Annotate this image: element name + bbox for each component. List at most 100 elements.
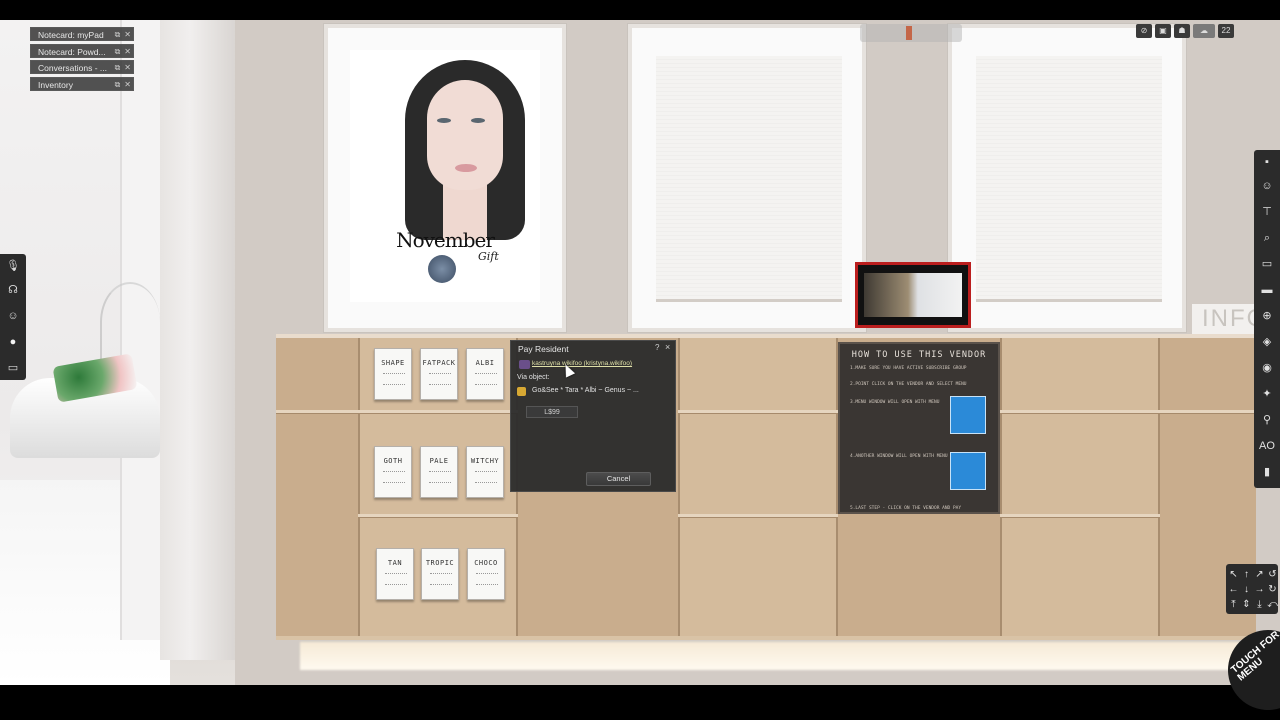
rotate-right-button[interactable]: ↻ [1266, 582, 1279, 597]
poster-canvas: November Gift [350, 50, 540, 302]
search-icon[interactable]: ⌕ [1254, 226, 1280, 250]
decor-branches [100, 282, 160, 362]
vendor-card[interactable]: TROPIC [421, 548, 459, 600]
microphone-icon[interactable]: 🎙 [0, 254, 26, 278]
tab-label: Notecard: myPad [38, 30, 104, 40]
tab-notecard-powder[interactable]: Notecard: Powd... ⧉ ✕ [30, 43, 134, 58]
close-icon[interactable]: × [665, 342, 670, 352]
headset-icon[interactable]: ☊ [0, 278, 26, 302]
build-icon[interactable]: ◈ [1254, 330, 1280, 354]
chat-icon[interactable]: ● [0, 330, 26, 354]
via-object-label: Via object: [517, 374, 550, 381]
close-icon[interactable]: ✕ [124, 47, 131, 56]
tab-label: Notecard: Powd... [38, 46, 106, 57]
lock-icon[interactable]: ⊘ [1136, 24, 1152, 38]
vendor-card-label: GOTH [383, 457, 403, 465]
vendor-card-label: ALBI [475, 359, 495, 367]
vendor-card[interactable]: FATPACK [420, 348, 458, 400]
poster-subtitle: Gift [478, 250, 499, 263]
restore-icon[interactable]: ⧉ [115, 63, 121, 72]
fly-toggle-button[interactable]: ⇕ [1240, 597, 1253, 612]
pose-icon[interactable]: ⚲ [1254, 408, 1280, 432]
board-step-1: 1.MAKE SURE YOU HAVE ACTIVE SUBSCRIBE GR… [850, 366, 967, 371]
window-blind-1 [656, 56, 842, 302]
turn-left-forward-button[interactable]: ↖ [1227, 567, 1240, 582]
shelf-board [678, 514, 838, 518]
map-icon[interactable]: ⊕ [1254, 304, 1280, 328]
strafe-right-button[interactable]: → [1253, 582, 1266, 597]
snapshot-icon[interactable]: ▬ [1254, 278, 1280, 302]
board-step-4: 4.ANOTHER WINDOW WILL OPEN WITH MENU [850, 454, 948, 459]
top-status-bar[interactable] [860, 24, 962, 42]
vendor-card-label: TAN [387, 559, 403, 567]
lock-icon[interactable]: ▪ [1254, 150, 1280, 174]
eye-icon[interactable]: ◉ [1254, 356, 1280, 380]
board-step-3: 3.MENU WINDOW WILL OPEN WITH MENU [850, 400, 940, 405]
movement-controls: ↖ ↑ ↗ ↺ ← ↓ → ↻ ⤒ ⇕ ⤓ ⤺ [1226, 564, 1278, 614]
fly-down-button[interactable]: ⤓ [1253, 597, 1266, 612]
run-icon[interactable]: ✦ [1254, 382, 1280, 406]
vendor-card[interactable]: GOTH [374, 446, 412, 498]
poster-frame[interactable]: November Gift [324, 24, 566, 332]
board-heading: HOW TO USE THIS VENDOR [851, 350, 987, 360]
restore-icon[interactable]: ⧉ [115, 80, 121, 89]
vendor-card[interactable]: ALBI [466, 348, 504, 400]
ao-icon[interactable]: AO [1254, 434, 1280, 458]
tab-label: Conversations - ... [38, 63, 107, 74]
restore-icon[interactable]: ⧉ [115, 47, 121, 56]
pay-amount-button[interactable]: L$99 [526, 406, 578, 418]
close-icon[interactable]: ✕ [124, 63, 131, 72]
avatar-icon[interactable]: ☺ [1254, 174, 1280, 198]
turn-right-forward-button[interactable]: ↗ [1253, 567, 1266, 582]
shelf-board [1000, 410, 1160, 414]
cloud-icon[interactable]: ☁ [1193, 24, 1215, 38]
camera-icon[interactable]: ▭ [1254, 252, 1280, 276]
people-icon[interactable]: ☗ [1174, 24, 1190, 38]
wall-pillar [160, 20, 235, 660]
window-blind-2 [976, 56, 1162, 302]
bottom-letterbox [0, 685, 1280, 720]
vendor-monitor[interactable] [855, 262, 971, 328]
strafe-left-button[interactable]: ← [1227, 582, 1240, 597]
stand-button[interactable]: ⤺ [1266, 597, 1279, 612]
vendor-card[interactable]: WITCHY [466, 446, 504, 498]
snapshot-icon[interactable]: ▣ [1155, 24, 1171, 38]
fly-up-button[interactable]: ⤒ [1227, 597, 1240, 612]
conversations-icon[interactable]: ▭ [0, 356, 26, 380]
shelf-board [1000, 514, 1160, 518]
resident-name-link[interactable]: kastruyna wikifoo (kristyna.wikifoo) [532, 360, 632, 367]
vendor-instructions-board[interactable]: HOW TO USE THIS VENDOR 1.MAKE SURE YOU H… [838, 342, 1000, 514]
cancel-button[interactable]: Cancel [586, 472, 651, 486]
vendor-card[interactable]: TAN [376, 548, 414, 600]
tab-notecard-mypad[interactable]: Notecard: myPad ⧉ ✕ [30, 27, 134, 41]
close-icon[interactable]: ✕ [124, 30, 131, 39]
vendor-card[interactable]: CHOCO [467, 548, 505, 600]
shelf-column-3 [1000, 338, 1160, 636]
backward-button[interactable]: ↓ [1240, 582, 1253, 597]
right-toolbar: ▪ ☺ ⊤ ⌕ ▭ ▬ ⊕ ◈ ◉ ✦ ⚲ AO ▮ [1254, 150, 1280, 488]
inventory-icon[interactable]: ▮ [1254, 460, 1280, 484]
tab-conversations[interactable]: Conversations - ... ⧉ ✕ [30, 60, 134, 75]
poster-logo [428, 255, 456, 283]
forward-button[interactable]: ↑ [1240, 567, 1253, 582]
monitor-screen [864, 273, 962, 317]
vendor-card[interactable]: PALE [420, 446, 458, 498]
floor-light [300, 642, 1260, 670]
help-icon[interactable]: ? [655, 343, 659, 352]
tab-inventory[interactable]: Inventory ⧉ ✕ [30, 77, 134, 92]
object-name: Go&See * Tara * Albi ~ Genus ~ ... [532, 387, 639, 394]
restore-icon[interactable]: ⧉ [115, 30, 121, 39]
shelf-board [276, 410, 358, 414]
vendor-card-label: PALE [429, 457, 449, 465]
vendor-card-label: SHAPE [381, 359, 405, 367]
board-screenshot-2 [950, 452, 986, 490]
shelf-column-2 [678, 338, 838, 636]
close-icon[interactable]: ✕ [124, 80, 131, 89]
resident-avatar-icon [519, 360, 530, 369]
walk-icon[interactable]: ⊤ [1254, 200, 1280, 224]
vendor-card-label: FATPACK [422, 359, 456, 367]
dialog-title: Pay Resident [518, 344, 569, 354]
rotate-left-button[interactable]: ↺ [1266, 567, 1279, 582]
vendor-card[interactable]: SHAPE [374, 348, 412, 400]
people-icon[interactable]: ☺ [0, 304, 26, 328]
